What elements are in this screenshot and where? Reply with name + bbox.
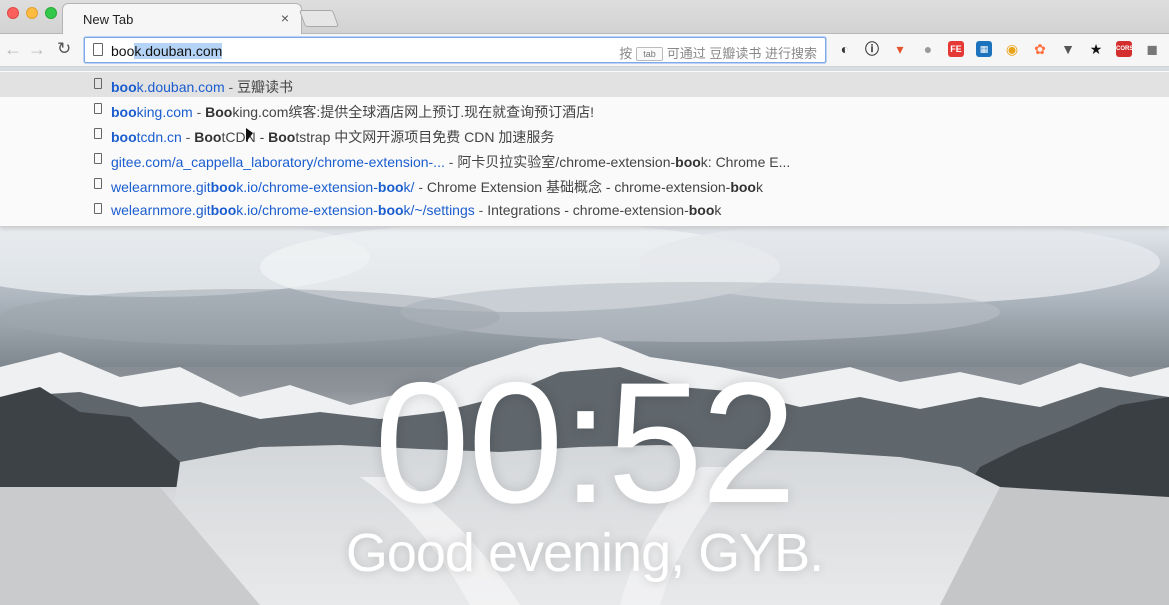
back-icon[interactable]: ← <box>4 39 22 59</box>
close-window-button[interactable] <box>7 7 19 19</box>
extension-icon-5[interactable]: FE <box>948 41 964 57</box>
hint-prefix: 按 <box>619 46 633 61</box>
suggestion-url: welearnmore.gitbook.io/chrome-extension-… <box>111 179 415 195</box>
suggestion-text: book.douban.com - 豆瓣读书 <box>111 79 294 95</box>
suggestion-row[interactable]: welearnmore.gitbook.io/chrome-extension-… <box>0 197 1169 222</box>
suggestion-text: bootcdn.cn - BootCDN - Bootstrap 中文网开源项目… <box>111 129 555 145</box>
page-icon <box>94 203 102 214</box>
greeting: Good evening, GYB. <box>345 523 824 583</box>
tab-new-tab[interactable]: New Tab × <box>62 3 302 35</box>
suggestion-url: welearnmore.gitbook.io/chrome-extension-… <box>111 202 475 218</box>
page-icon <box>94 128 102 139</box>
new-tab-button[interactable] <box>298 10 340 27</box>
cors-icon[interactable]: CORS <box>1116 41 1133 57</box>
extension-icon-4[interactable]: ● <box>920 41 936 57</box>
page-icon <box>93 43 103 56</box>
suggestion-text: welearnmore.gitbook.io/chrome-extension-… <box>111 202 722 218</box>
extension-icon-3[interactable]: ▾ <box>892 41 908 57</box>
extension-icon-12[interactable]: ◼ <box>1144 41 1160 57</box>
suggestion-text: welearnmore.gitbook.io/chrome-extension-… <box>111 179 763 195</box>
hint-suffix: 可通过 豆瓣读书 进行搜索 <box>666 46 817 61</box>
forward-icon[interactable]: → <box>28 39 46 59</box>
reload-icon[interactable]: ↻ <box>57 39 71 59</box>
suggestion-row[interactable]: gitee.com/a_cappella_laboratory/chrome-e… <box>0 147 1169 172</box>
suggestion-url: bootcdn.cn <box>111 129 182 145</box>
clock: 00:52 <box>374 347 796 539</box>
suggestion-title: Integrations - chrome-extension-book <box>487 202 722 218</box>
suggestion-title: 阿卡贝拉实验室/chrome-extension-book: Chrome E.… <box>457 154 791 170</box>
suggestion-text: gitee.com/a_cappella_laboratory/chrome-e… <box>111 154 791 170</box>
tab-key-badge: tab <box>636 47 663 61</box>
tab-close-icon[interactable]: × <box>281 10 289 26</box>
suggestion-row[interactable]: booking.com - Booking.com缤客:提供全球酒店网上预订.现… <box>0 97 1169 122</box>
tab-strip: New Tab × <box>0 0 1169 35</box>
autocomplete-selection: k.douban.com <box>134 43 223 59</box>
omnibox-suggestions: book.douban.com - 豆瓣读书 booking.com - Book… <box>0 71 1169 227</box>
suggestion-url: booking.com <box>111 104 193 120</box>
browser-toolbar: ← → ↻ book.douban.com 按 tab 可通过 豆瓣读书 进行搜索 … <box>0 34 1169 67</box>
page-icon <box>94 78 102 89</box>
suggestion-title: Booking.com缤客:提供全球酒店网上预订.现在就查询预订酒店! <box>205 104 595 120</box>
extension-icon-1[interactable]: ◐ <box>837 41 853 57</box>
page-icon <box>94 153 102 164</box>
extension-icon-7[interactable]: ◉ <box>1004 41 1020 57</box>
page-icon <box>94 178 102 189</box>
address-bar[interactable]: book.douban.com 按 tab 可通过 豆瓣读书 进行搜索 <box>84 37 826 63</box>
page-icon <box>94 103 102 114</box>
extension-icon-2[interactable]: ⓘ <box>864 41 880 57</box>
extension-icon-6[interactable]: ▦ <box>976 41 992 57</box>
suggestion-text: booking.com - Booking.com缤客:提供全球酒店网上预订.现… <box>111 104 595 120</box>
typed-text: boo <box>111 43 135 59</box>
zoom-window-button[interactable] <box>45 7 57 19</box>
minimize-window-button[interactable] <box>26 7 38 19</box>
pocket-icon[interactable]: ▼ <box>1060 41 1076 57</box>
suggestion-url: book.douban.com <box>111 79 225 95</box>
suggestion-row[interactable]: bootcdn.cn - BootCDN - Bootstrap 中文网开源项目… <box>0 122 1169 147</box>
mouse-cursor-icon <box>246 128 253 142</box>
suggestion-url: gitee.com/a_cappella_laboratory/chrome-e… <box>111 154 445 170</box>
suggestion-title: Chrome Extension 基础概念 - chrome-extension… <box>426 179 763 195</box>
search-hint: 按 tab 可通过 豆瓣读书 进行搜索 <box>619 43 817 62</box>
suggestion-row[interactable]: welearnmore.gitbook.io/chrome-extension-… <box>0 172 1169 197</box>
suggestion-row[interactable]: book.douban.com - 豆瓣读书 <box>0 72 1169 97</box>
extension-icon-8[interactable]: ✿ <box>1032 41 1048 57</box>
tab-title: New Tab <box>83 12 134 27</box>
star-icon[interactable]: ★ <box>1088 41 1104 57</box>
address-input[interactable]: book.douban.com <box>111 43 223 59</box>
suggestion-title: 豆瓣读书 <box>237 79 294 95</box>
